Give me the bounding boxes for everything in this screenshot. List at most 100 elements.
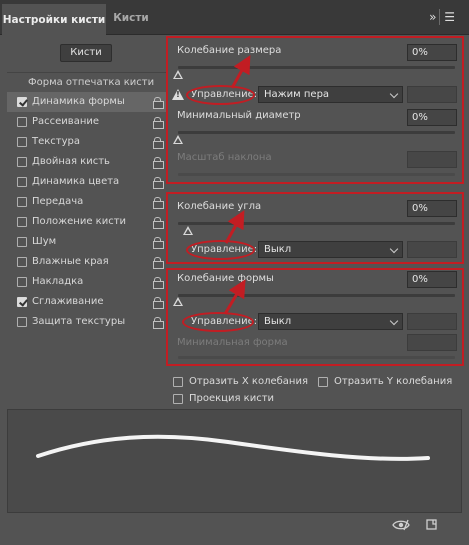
size-jitter-field[interactable]: 0% [407,44,457,61]
brush-stroke-preview [7,409,462,513]
lock-icon[interactable] [153,277,164,289]
brush-setting-label: Рассеивание [32,116,100,127]
lock-icon[interactable] [153,117,164,129]
size-control-select[interactable]: Нажим пера [258,86,403,103]
brush-tip-shape-item[interactable]: Форма отпечатка кисти [7,72,166,92]
roundness-jitter-slider[interactable] [178,294,455,297]
lock-icon[interactable] [153,97,164,109]
size-control-extra-field [407,86,457,103]
brush-setting-checkbox[interactable] [17,177,27,187]
brush-setting-label: Двойная кисть [32,156,110,167]
highlight-size-control-label [186,85,255,105]
brush-setting-checkbox[interactable] [17,297,27,307]
brush-setting-item[interactable]: Защита текстуры [7,312,166,332]
tilt-scale-slider [178,173,455,176]
angle-jitter-slider[interactable] [178,222,455,225]
brush-setting-checkbox[interactable] [17,117,27,127]
brush-setting-item[interactable]: Сглаживание [7,292,166,312]
angle-jitter-label: Колебание угла [177,201,262,212]
brush-setting-label: Положение кисти [32,216,127,227]
flip-x-option[interactable]: Отразить X колебания [173,376,308,387]
angle-control-extra-field [407,241,457,258]
brush-setting-label: Текстура [32,136,81,147]
brush-setting-label: Накладка [32,276,84,287]
min-diameter-slider[interactable] [178,131,455,134]
brush-setting-item[interactable]: Текстура [7,132,166,152]
tilt-scale-field [407,151,457,168]
angle-control-value: Выкл [264,244,292,255]
lock-icon[interactable] [153,317,164,329]
size-jitter-slider-thumb[interactable] [173,70,183,79]
lock-icon[interactable] [153,237,164,249]
brush-setting-checkbox[interactable] [17,197,27,207]
new-brush-icon[interactable] [425,518,439,532]
roundness-jitter-slider-thumb[interactable] [173,297,183,306]
brush-setting-checkbox[interactable] [17,317,27,327]
brush-setting-checkbox[interactable] [17,217,27,227]
brush-projection-checkbox[interactable] [173,394,183,404]
lock-icon[interactable] [153,217,164,229]
tab-brushes[interactable]: Кисти [106,4,156,35]
min-roundness-field [407,334,457,351]
flip-y-checkbox[interactable] [318,377,328,387]
brush-setting-label: Динамика формы [32,96,125,107]
brush-setting-checkbox[interactable] [17,237,27,247]
brush-setting-checkbox[interactable] [17,277,27,287]
brush-setting-checkbox[interactable] [17,97,27,107]
brush-setting-item[interactable]: Накладка [7,272,166,292]
panel-menu-icon[interactable]: » ☰ [429,10,457,24]
brush-setting-checkbox[interactable] [17,137,27,147]
min-diameter-label: Минимальный диаметр [177,110,301,121]
roundness-jitter-field[interactable]: 0% [407,271,457,288]
brush-setting-checkbox[interactable] [17,157,27,167]
chevron-down-icon [389,89,399,99]
brush-setting-item[interactable]: Передача [7,192,166,212]
brush-setting-label: Влажные края [32,256,109,267]
brush-setting-item[interactable]: Положение кисти [7,212,166,232]
brush-setting-item[interactable]: Двойная кисть [7,152,166,172]
size-control-value: Нажим пера [264,89,330,100]
lock-icon[interactable] [153,177,164,189]
eye-toggle-icon[interactable] [392,518,410,532]
brush-setting-label: Сглаживание [32,296,104,307]
angle-jitter-field[interactable]: 0% [407,200,457,217]
brush-setting-item[interactable]: Шум [7,232,166,252]
lock-icon[interactable] [153,197,164,209]
roundness-control-extra-field [407,313,457,330]
roundness-control-value: Выкл [264,316,292,327]
angle-control-select[interactable]: Выкл [258,241,403,258]
panel-tab-bar: Настройки кисти Кисти » ☰ [0,0,469,35]
lock-icon[interactable] [153,257,164,269]
flip-y-option[interactable]: Отразить Y колебания [318,376,452,387]
min-roundness-label: Минимальная форма [177,337,288,348]
lock-icon[interactable] [153,157,164,169]
min-diameter-field[interactable]: 0% [407,109,457,126]
tab-brush-settings[interactable]: Настройки кисти [2,4,106,35]
brushes-button[interactable]: Кисти [60,44,112,62]
brush-setting-label: Защита текстуры [32,316,126,327]
brush-projection-option[interactable]: Проекция кисти [173,393,274,404]
brush-settings-list: Форма отпечатка кисти Динамика формы Расс… [7,72,166,332]
brush-setting-label: Шум [32,236,57,247]
size-jitter-label: Колебание размера [177,45,282,56]
lock-icon[interactable] [153,137,164,149]
brush-setting-item[interactable]: Динамика формы [7,92,166,112]
brush-setting-item[interactable]: Динамика цвета [7,172,166,192]
angle-jitter-slider-thumb[interactable] [183,226,193,235]
highlight-roundness-control-label [182,312,254,332]
brush-setting-item[interactable]: Влажные края [7,252,166,272]
min-diameter-slider-thumb[interactable] [173,135,183,144]
size-jitter-slider[interactable] [178,66,455,69]
brush-setting-checkbox[interactable] [17,257,27,267]
highlight-angle-control-label [186,240,255,260]
brush-setting-item[interactable]: Рассеивание [7,112,166,132]
min-roundness-slider [178,356,455,359]
brush-setting-label: Динамика цвета [32,176,120,187]
roundness-control-select[interactable]: Выкл [258,313,403,330]
lock-icon[interactable] [153,297,164,309]
chevron-down-icon [389,316,399,326]
stroke-preview-curve [36,434,430,461]
roundness-jitter-label: Колебание формы [177,273,274,284]
flip-x-checkbox[interactable] [173,377,183,387]
brush-setting-label: Передача [32,196,84,207]
